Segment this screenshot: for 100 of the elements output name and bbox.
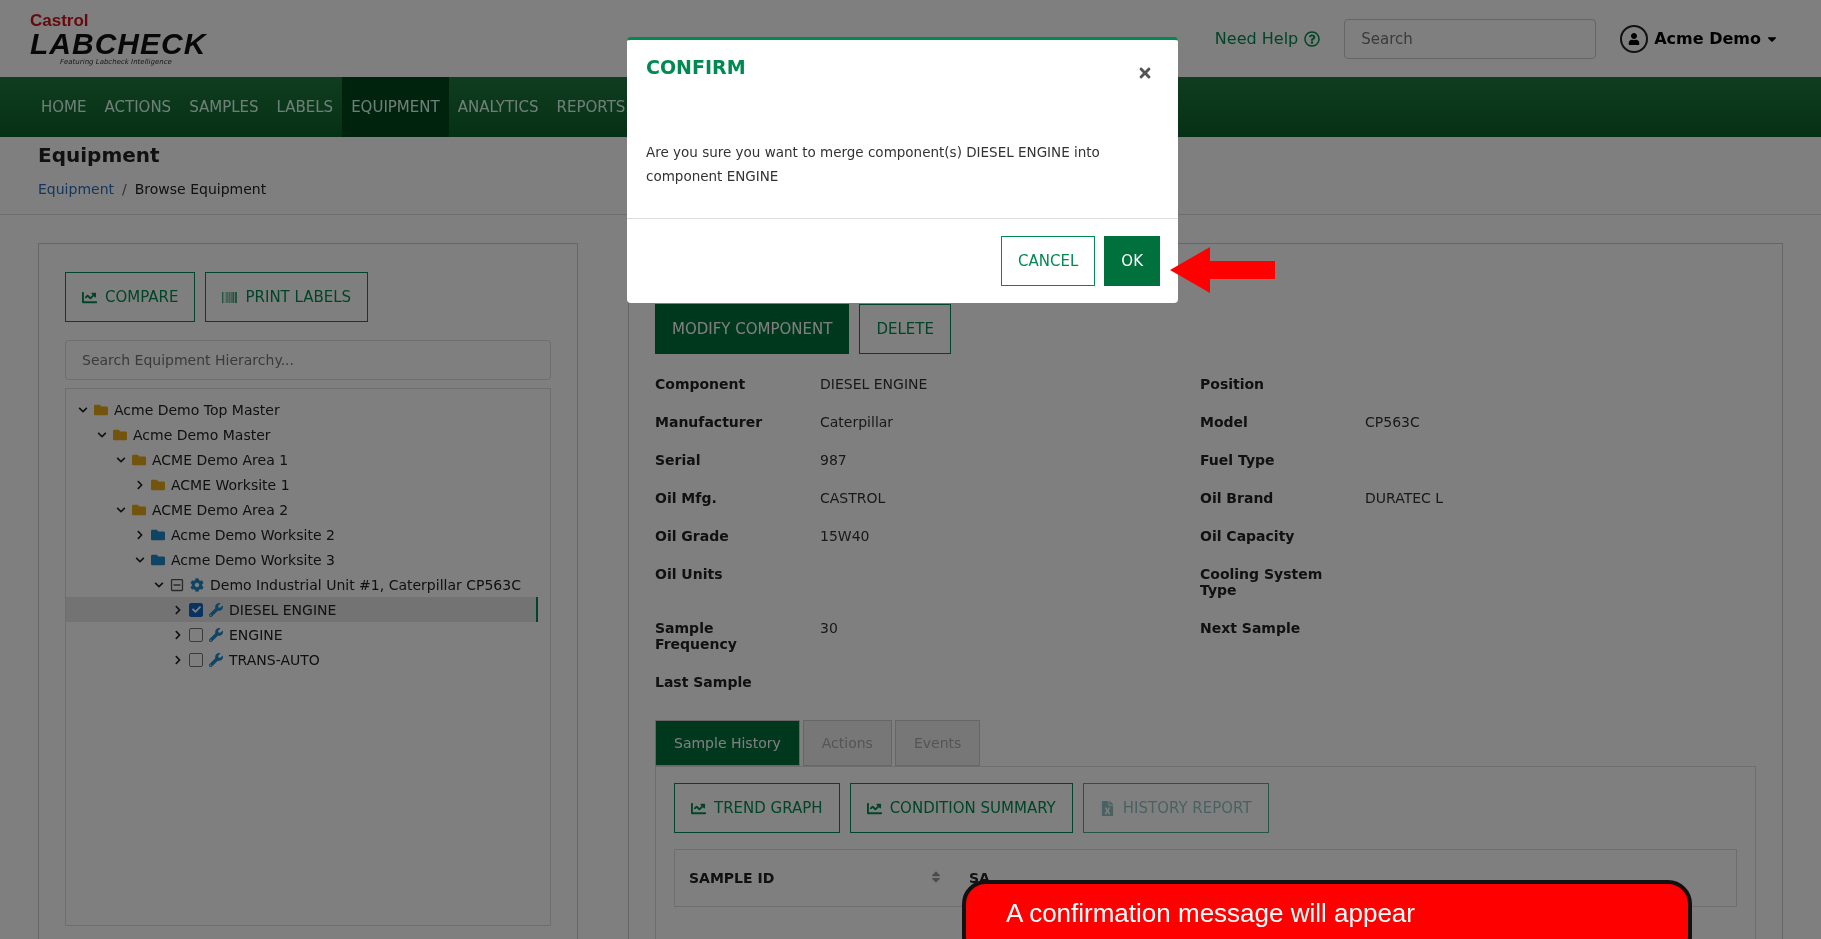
line-chart-icon <box>82 289 97 305</box>
tree-label: Acme Demo Top Master <box>114 401 280 418</box>
field-label: Manufacturer <box>655 414 764 430</box>
tree-label: TRANS-AUTO <box>229 651 320 668</box>
collapse-box-icon[interactable] <box>170 577 184 592</box>
tree-row[interactable]: Acme Demo Worksite 3 <box>66 547 538 572</box>
field-label: Oil Units <box>655 566 724 584</box>
chevron-right-icon[interactable] <box>173 654 183 665</box>
field-value: DIESEL ENGINE <box>820 376 929 392</box>
tree-row[interactable]: Acme Demo Top Master <box>66 397 538 422</box>
tree-row[interactable]: DIESEL ENGINE <box>66 597 538 622</box>
tree-label: Acme Demo Master <box>133 426 271 443</box>
chevron-down-icon[interactable] <box>116 504 126 515</box>
logo-brand: Castrol <box>30 11 90 29</box>
nav-item[interactable]: EQUIPMENT <box>342 77 449 137</box>
nav-item[interactable]: LABELS <box>267 77 343 137</box>
field-value: CP563C <box>1365 414 1421 430</box>
wrench-icon <box>209 602 223 617</box>
toolbar-button[interactable]: COMPARE <box>65 272 196 322</box>
hierarchy-search-field[interactable]: Search Equipment Hierarchy... <box>65 340 551 380</box>
field-label: Cooling System Type <box>1200 566 1324 598</box>
tree-row[interactable]: ACME Demo Area 1 <box>66 447 538 472</box>
field-value: 30 <box>820 620 839 638</box>
column-header[interactable]: SAMPLE ID <box>675 870 955 886</box>
field-label: Fuel Type <box>1200 452 1276 468</box>
breadcrumb-current: Browse Equipment <box>134 181 267 197</box>
checkbox[interactable] <box>189 627 203 642</box>
close-icon <box>1137 65 1153 81</box>
toolbar-button[interactable]: CONDITION SUMMARY <box>849 783 1073 833</box>
help-icon <box>1304 30 1321 47</box>
field-label: Position <box>1200 376 1266 392</box>
chevron-right-icon[interactable] <box>135 529 145 540</box>
wrench-icon <box>209 652 223 667</box>
field-value: 15W40 <box>820 528 871 544</box>
chevron-down-icon[interactable] <box>116 454 126 465</box>
sort-icon <box>929 870 943 884</box>
tree-row[interactable]: Demo Industrial Unit #1, Caterpillar CP563C <box>66 572 538 597</box>
field-value: Caterpillar <box>820 414 895 430</box>
barcode-icon <box>222 289 238 305</box>
toolbar-button[interactable]: TREND GRAPH <box>674 783 840 833</box>
gear-icon <box>190 577 204 592</box>
tree-row[interactable]: TRANS-AUTO <box>66 647 538 672</box>
tree-label: ENGINE <box>229 626 283 643</box>
toolbar-button[interactable]: PRINT LABELS <box>205 272 369 322</box>
field-label: Oil Grade <box>655 528 730 544</box>
tree-row[interactable]: ACME Demo Area 2 <box>66 497 538 522</box>
nav-item[interactable]: ANALYTICS <box>448 77 548 137</box>
checkbox[interactable] <box>189 602 203 617</box>
field-value: DURATEC L <box>1365 490 1445 506</box>
toolbar-button[interactable]: DELETE <box>859 304 951 354</box>
toolbar-button[interactable]: MODIFY COMPONENT <box>655 304 850 354</box>
field-value: CASTROL <box>820 490 887 506</box>
tree-label: ACME Worksite 1 <box>171 476 290 493</box>
line-chart-icon <box>866 800 882 816</box>
dialog-message: Are you sure you want to merge component(s) DIESEL ENGINE into component ENGINE <box>627 86 1178 219</box>
checkbox[interactable] <box>189 652 203 667</box>
field-label: Oil Mfg. <box>655 490 718 506</box>
tree-label: Demo Industrial Unit #1, Caterpillar CP563C <box>210 576 521 593</box>
page-title: Equipment <box>38 143 160 167</box>
tree-label: DIESEL ENGINE <box>229 601 337 618</box>
user-icon <box>1620 24 1649 53</box>
search-field[interactable]: Search <box>1344 18 1597 59</box>
tree-row[interactable]: ENGINE <box>66 622 538 647</box>
field-label: Component <box>655 376 747 392</box>
chevron-down-icon[interactable] <box>154 579 164 590</box>
wrench-icon <box>209 627 223 642</box>
nav-item[interactable]: ACTIONS <box>95 77 181 137</box>
toolbar-button[interactable]: OK <box>1104 236 1160 286</box>
breadcrumb-link[interactable]: Equipment <box>38 181 114 197</box>
toolbar-button[interactable]: CANCEL <box>1001 236 1096 286</box>
tree-label: Acme Demo Worksite 3 <box>171 551 335 568</box>
field-label: Last Sample <box>655 674 753 690</box>
chevron-down-icon[interactable] <box>97 429 107 440</box>
line-chart-icon <box>691 800 706 816</box>
logo-product: LABCHECK <box>30 28 207 59</box>
tree-row[interactable]: Acme Demo Worksite 2 <box>66 522 538 547</box>
field-label: Next Sample <box>1200 620 1302 638</box>
tree-row[interactable]: Acme Demo Master <box>66 422 538 447</box>
chevron-right-icon[interactable] <box>173 629 183 640</box>
breadcrumb-separator: / <box>122 181 127 197</box>
field-label: Serial <box>655 452 702 468</box>
tree-label: Acme Demo Worksite 2 <box>171 526 335 543</box>
field-label: Oil Capacity <box>1200 528 1296 544</box>
chevron-right-icon[interactable] <box>135 479 145 490</box>
field-label: Model <box>1200 414 1249 430</box>
chevron-right-icon[interactable] <box>173 604 183 615</box>
callout-text: A confirmation message will appear <box>1006 898 1415 928</box>
tree-label: ACME Demo Area 2 <box>152 501 289 518</box>
tab[interactable]: Sample History <box>655 720 800 766</box>
tree-row[interactable]: ACME Worksite 1 <box>66 472 538 497</box>
field-value: 987 <box>820 452 848 468</box>
tree-label: ACME Demo Area 1 <box>152 451 289 468</box>
nav-item[interactable]: HOME <box>32 77 96 137</box>
spreadsheet-icon <box>1099 800 1115 816</box>
nav-item[interactable]: SAMPLES <box>180 77 268 137</box>
dialog-title: CONFIRM <box>646 56 746 80</box>
chevron-down-icon[interactable] <box>135 554 145 565</box>
chevron-down-icon[interactable] <box>78 404 88 415</box>
help-link[interactable]: Need Help <box>1214 29 1321 48</box>
user-menu[interactable]: Acme Demo <box>1614 23 1783 54</box>
